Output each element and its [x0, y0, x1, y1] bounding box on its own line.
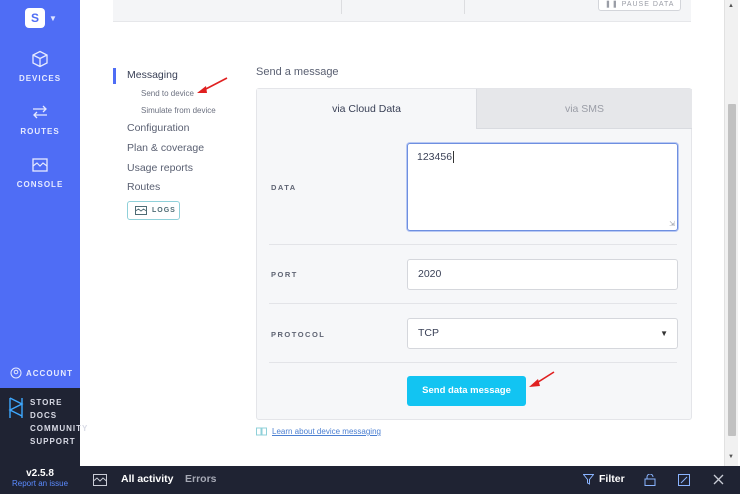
version-label: v2.5.8: [26, 468, 54, 479]
close-icon[interactable]: [713, 474, 724, 485]
rail-item-label: CONSOLE: [16, 180, 64, 189]
cube-icon: [32, 50, 48, 68]
nav-item-routes[interactable]: Routes: [127, 181, 160, 193]
app-root: S ▼ DEVICES ROUTES CONSOLE ACCOUNT STORE…: [0, 0, 740, 494]
section-title: Send a message: [256, 66, 339, 78]
nav-item-usage-reports[interactable]: Usage reports: [127, 162, 193, 174]
learn-link-text: Learn about device messaging: [272, 427, 381, 436]
version-panel: v2.5.8 Report an issue: [0, 466, 80, 494]
send-data-message-button[interactable]: Send data message: [407, 376, 526, 406]
logs-button[interactable]: LOGS: [127, 201, 180, 220]
rail-item-label: ROUTES: [20, 127, 60, 136]
pause-label: PAUSE DATA: [621, 1, 675, 8]
data-textarea[interactable]: 123456 ⇲: [407, 143, 678, 231]
protocol-select[interactable]: TCP ▼: [407, 318, 678, 349]
tab-errors[interactable]: Errors: [185, 473, 217, 485]
filter-label: Filter: [599, 473, 625, 485]
org-logo: S: [25, 8, 45, 28]
learn-messaging-link[interactable]: Learn about device messaging: [256, 427, 381, 436]
rail-item-console[interactable]: CONSOLE: [0, 156, 80, 189]
port-input[interactable]: 2020: [407, 259, 678, 290]
rail-item-label: DEVICES: [18, 74, 62, 83]
left-rail: S ▼ DEVICES ROUTES CONSOLE ACCOUNT STORE…: [0, 0, 87, 466]
tab-sms[interactable]: via SMS: [476, 89, 692, 129]
scroll-thumb[interactable]: [728, 104, 736, 436]
rail-links: STORE DOCS COMMUNITY SUPPORT: [30, 396, 88, 448]
nav-sub-simulate-from-device[interactable]: Simulate from device: [141, 106, 216, 115]
logs-label: LOGS: [152, 207, 176, 214]
nav-item-plan-coverage[interactable]: Plan & coverage: [127, 142, 204, 154]
user-icon: [10, 367, 22, 379]
rail-item-devices[interactable]: DEVICES: [0, 50, 80, 83]
account-link[interactable]: ACCOUNT: [10, 367, 73, 379]
top-data-strip: ❚❚ PAUSE DATA: [113, 0, 691, 22]
scroll-up-icon[interactable]: ▲: [728, 3, 734, 9]
routes-icon: [33, 105, 47, 119]
data-value: 123456: [417, 151, 453, 163]
annotation-arrow: [197, 77, 228, 93]
divider: [269, 244, 677, 245]
pause-data-button[interactable]: ❚❚ PAUSE DATA: [598, 0, 682, 11]
port-label: PORT: [271, 270, 298, 279]
divider: [269, 362, 677, 363]
chevron-down-icon: ▼: [49, 13, 57, 23]
text-cursor: [453, 151, 455, 163]
docs-link[interactable]: DOCS: [30, 409, 88, 422]
org-switcher[interactable]: S ▼: [25, 8, 57, 28]
divider: [464, 0, 465, 14]
unlock-icon[interactable]: [644, 474, 656, 486]
divider: [341, 0, 342, 14]
activity-bar: All activity Errors Filter: [80, 466, 740, 494]
message-card: via Cloud Data via SMS DATA 123456 ⇲ POR…: [256, 88, 692, 420]
nav-item-messaging[interactable]: Messaging: [127, 69, 178, 81]
account-label: ACCOUNT: [26, 368, 73, 378]
filter-button[interactable]: Filter: [583, 473, 625, 485]
book-icon: [256, 427, 267, 436]
logs-icon: [135, 206, 147, 215]
report-issue-link[interactable]: Report an issue: [0, 479, 80, 488]
tab-cloud-data[interactable]: via Cloud Data: [257, 89, 476, 129]
nav-item-configuration[interactable]: Configuration: [127, 122, 189, 134]
brand-icon: [8, 397, 24, 418]
store-link[interactable]: STORE: [30, 396, 88, 409]
protocol-value: TCP: [418, 327, 439, 339]
vertical-scrollbar[interactable]: ▲ ▼: [724, 0, 738, 466]
support-link[interactable]: SUPPORT: [30, 435, 88, 448]
filter-icon: [583, 473, 594, 485]
divider: [269, 303, 677, 304]
tab-all-activity[interactable]: All activity: [121, 473, 174, 485]
nav-sub-send-to-device[interactable]: Send to device: [141, 89, 194, 98]
console-icon: [32, 158, 48, 172]
scroll-down-icon[interactable]: ▼: [728, 454, 734, 460]
expand-icon[interactable]: [678, 474, 690, 486]
rail-item-routes[interactable]: ROUTES: [0, 103, 80, 136]
chevron-down-icon: ▼: [660, 329, 668, 338]
resize-handle[interactable]: ⇲: [669, 221, 675, 228]
active-indicator: [113, 68, 116, 84]
protocol-label: PROTOCOL: [271, 330, 326, 339]
console-icon: [93, 474, 107, 486]
community-link[interactable]: COMMUNITY: [30, 422, 88, 435]
rail-links-panel: STORE DOCS COMMUNITY SUPPORT: [0, 388, 87, 466]
data-label: DATA: [271, 183, 297, 192]
